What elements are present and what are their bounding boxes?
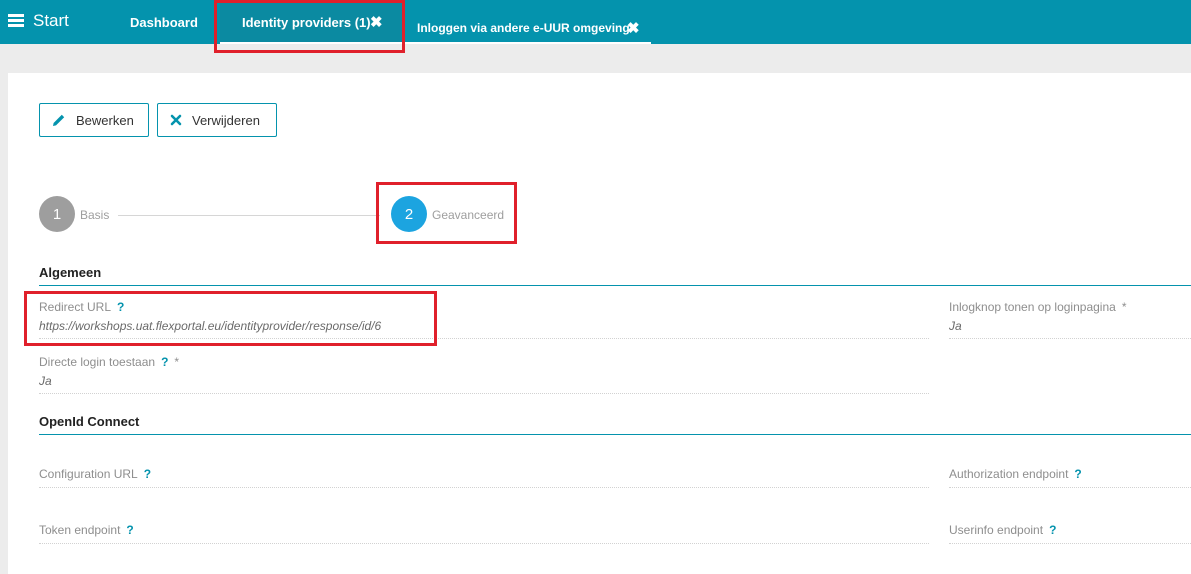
field-underline bbox=[949, 487, 1191, 488]
configuration-url-label: Configuration URL? bbox=[39, 467, 151, 481]
edit-button-label: Bewerken bbox=[76, 112, 134, 128]
field-underline bbox=[949, 338, 1191, 339]
pencil-icon bbox=[53, 114, 65, 126]
step-basis-circle[interactable]: 1 bbox=[39, 196, 75, 232]
inlogknop-label: Inlogknop tonen op loginpagina * bbox=[949, 300, 1126, 314]
field-underline bbox=[39, 487, 929, 488]
tab-dashboard[interactable]: Dashboard bbox=[130, 15, 198, 30]
help-icon[interactable]: ? bbox=[117, 300, 124, 314]
field-underline bbox=[949, 543, 1191, 544]
field-underline bbox=[39, 393, 929, 394]
edit-button[interactable]: Bewerken bbox=[39, 103, 149, 137]
tab-identity-providers[interactable]: Identity providers (1) ✖ bbox=[220, 0, 402, 44]
help-icon[interactable]: ? bbox=[161, 355, 168, 369]
close-icon[interactable]: ✖ bbox=[627, 19, 640, 37]
required-marker: * bbox=[1121, 300, 1127, 314]
section-divider bbox=[39, 285, 1191, 286]
step-geavanceerd-label[interactable]: Geavanceerd bbox=[432, 208, 504, 222]
redirect-url-value: https://workshops.uat.flexportal.eu/iden… bbox=[39, 319, 382, 333]
field-underline bbox=[39, 543, 929, 544]
section-title-openid-connect: OpenId Connect bbox=[39, 414, 140, 429]
close-icon bbox=[170, 114, 182, 126]
token-endpoint-label-text: Token endpoint bbox=[39, 523, 121, 537]
start-label: Start bbox=[33, 11, 69, 30]
redirect-url-label: Redirect URL? bbox=[39, 300, 124, 314]
top-navigation-bar: Start Dashboard Identity providers (1) ✖… bbox=[0, 0, 1191, 44]
help-icon[interactable]: ? bbox=[1074, 467, 1081, 481]
section-divider bbox=[39, 434, 1191, 435]
configuration-url-label-text: Configuration URL bbox=[39, 467, 138, 481]
inlogknop-label-text: Inlogknop tonen op loginpagina bbox=[949, 300, 1116, 314]
help-icon[interactable]: ? bbox=[144, 467, 151, 481]
section-title-algemeen: Algemeen bbox=[39, 265, 102, 280]
redirect-url-label-text: Redirect URL bbox=[39, 300, 112, 314]
delete-button-label: Verwijderen bbox=[192, 112, 260, 128]
directe-login-value: Ja bbox=[39, 374, 52, 388]
field-underline bbox=[39, 338, 929, 339]
step-geavanceerd-circle[interactable]: 2 bbox=[391, 196, 427, 232]
userinfo-endpoint-label-text: Userinfo endpoint bbox=[949, 523, 1044, 537]
help-icon[interactable]: ? bbox=[126, 523, 133, 537]
inlogknop-value: Ja bbox=[949, 319, 962, 333]
start-menu-button[interactable]: Start bbox=[8, 11, 69, 31]
directe-login-label-text: Directe login toestaan bbox=[39, 355, 156, 369]
authorization-endpoint-label-text: Authorization endpoint bbox=[949, 467, 1069, 481]
hamburger-menu-icon bbox=[8, 14, 24, 28]
token-endpoint-label: Token endpoint? bbox=[39, 523, 134, 537]
directe-login-label: Directe login toestaan? * bbox=[39, 355, 179, 369]
tab-inloggen-label: Inloggen via andere e-UUR omgeving bbox=[417, 21, 630, 35]
authorization-endpoint-label: Authorization endpoint? bbox=[949, 467, 1082, 481]
userinfo-endpoint-label: Userinfo endpoint? bbox=[949, 523, 1056, 537]
step-connector bbox=[118, 215, 380, 216]
tab-inloggen-andere-omgeving[interactable]: Inloggen via andere e-UUR omgeving ✖ bbox=[405, 0, 651, 44]
delete-button[interactable]: Verwijderen bbox=[157, 103, 277, 137]
help-icon[interactable]: ? bbox=[1049, 523, 1056, 537]
step-basis-label[interactable]: Basis bbox=[80, 208, 109, 222]
required-marker: * bbox=[174, 355, 180, 369]
close-icon[interactable]: ✖ bbox=[370, 13, 383, 31]
tab-identity-providers-label: Identity providers (1) bbox=[242, 15, 371, 30]
